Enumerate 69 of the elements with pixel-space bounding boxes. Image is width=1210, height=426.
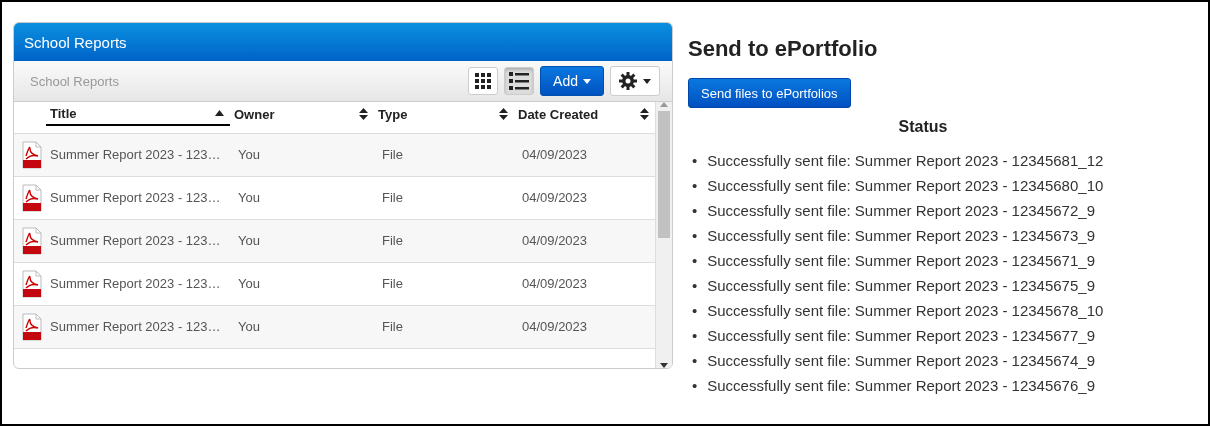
bullet: • — [692, 250, 698, 271]
bullet: • — [692, 200, 698, 221]
owner-cell-text: You — [237, 232, 260, 250]
sort-icon — [640, 108, 649, 120]
date-cell-text: 04/09/2023 — [521, 232, 588, 250]
type-cell-text: File — [381, 189, 403, 207]
sort-icon — [499, 108, 508, 120]
caret-icon — [583, 78, 591, 84]
status-message: Successfully sent file: Summer Report 2023 - 12345672_9 — [707, 200, 1095, 221]
scroll-down-icon — [660, 363, 668, 368]
status-heading: Status — [897, 118, 949, 136]
list-icon — [509, 72, 530, 90]
type-cell-text: File — [381, 318, 403, 336]
pdf-file-icon — [22, 313, 42, 341]
bullet: • — [692, 350, 698, 371]
status-message: Successfully sent file: Summer Report 2023 - 12345678_10 — [707, 300, 1104, 321]
caret-icon — [643, 78, 651, 84]
date-cell-text: 04/09/2023 — [521, 318, 588, 336]
settings-button[interactable] — [610, 66, 660, 96]
column-header[interactable]: Date Created — [514, 102, 655, 126]
file-title-cell[interactable]: Summer Report 2023 - 123… — [46, 232, 221, 250]
grid-view-button[interactable] — [468, 67, 499, 95]
status-message: Successfully sent file: Summer Report 2023 - 12345681_12 — [707, 150, 1104, 171]
date-cell-text: 04/09/2023 — [521, 189, 588, 207]
column-header[interactable]: Type — [374, 102, 514, 126]
list-view-button[interactable] — [504, 67, 535, 95]
status-message: Successfully sent file: Summer Report 2023 - 12345671_9 — [707, 250, 1095, 271]
date-cell-text: 04/09/2023 — [521, 146, 588, 164]
panel-title: School Reports — [24, 33, 127, 51]
bullet: • — [692, 150, 698, 171]
pdf-file-icon — [22, 184, 42, 212]
type-cell-text: File — [381, 232, 403, 250]
sort-icon — [359, 108, 368, 120]
bullet: • — [692, 325, 698, 346]
bullet: • — [692, 300, 698, 321]
status-message: Successfully sent file: Summer Report 2023 - 12345673_9 — [707, 225, 1095, 246]
status-message: Successfully sent file: Summer Report 2023 - 12345676_9 — [707, 375, 1095, 396]
add-button[interactable]: Add — [540, 66, 604, 96]
settings-icon — [619, 72, 637, 90]
column-header[interactable]: Owner — [230, 102, 374, 126]
breadcrumb: School Reports — [30, 73, 119, 89]
date-cell-text: 04/09/2023 — [521, 275, 588, 293]
status-message: Successfully sent file: Summer Report 2023 - 12345674_9 — [707, 350, 1095, 371]
owner-cell-text: You — [237, 146, 260, 164]
status-message: Successfully sent file: Summer Report 2023 - 12345677_9 — [707, 325, 1095, 346]
type-cell-text: File — [381, 146, 403, 164]
pdf-file-icon — [22, 227, 42, 255]
owner-cell-text: You — [237, 275, 260, 293]
section-heading: Send to ePortfolio — [688, 36, 879, 62]
owner-cell-text: You — [237, 189, 260, 207]
owner-cell-text: You — [237, 318, 260, 336]
file-title-cell[interactable]: Summer Report 2023 - 123… — [46, 146, 221, 164]
file-title-cell[interactable]: Summer Report 2023 - 123… — [46, 318, 221, 336]
status-message: Successfully sent file: Summer Report 2023 - 12345680_10 — [707, 175, 1104, 196]
bullet: • — [692, 375, 698, 396]
grid-icon — [475, 73, 492, 89]
bullet: • — [692, 275, 698, 296]
bullet: • — [692, 175, 698, 196]
file-title-cell[interactable]: Summer Report 2023 - 123… — [46, 189, 221, 207]
pdf-file-icon — [22, 141, 42, 169]
sort-ascending-icon — [215, 110, 224, 116]
column-header[interactable]: Title — [46, 102, 230, 126]
bullet: • — [692, 225, 698, 246]
file-title-cell[interactable]: Summer Report 2023 - 123… — [46, 275, 221, 293]
type-cell-text: File — [381, 275, 403, 293]
status-message: Successfully sent file: Summer Report 2023 - 12345675_9 — [707, 275, 1095, 296]
pdf-file-icon — [22, 270, 42, 298]
scrollbar[interactable] — [655, 102, 672, 368]
send-files-button[interactable]: Send files to ePortfolios — [688, 78, 851, 108]
